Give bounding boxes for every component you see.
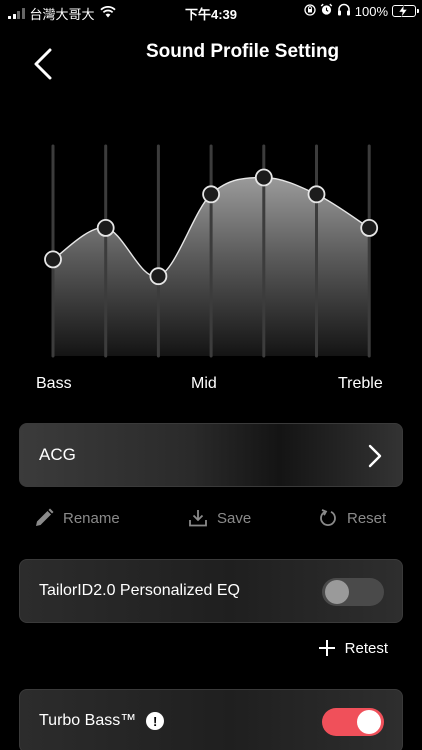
status-bar: 台灣大哥大 下午4:39 100%	[0, 0, 422, 24]
chevron-left-icon	[34, 48, 52, 80]
page-title: Sound Profile Setting	[146, 41, 340, 62]
eq-band-handle-4[interactable]	[202, 185, 221, 204]
reset-label: Reset	[347, 509, 387, 527]
chevron-right-icon	[368, 444, 382, 468]
eq-band-handle-6[interactable]	[307, 185, 326, 204]
battery-charging-icon	[392, 5, 419, 17]
turbo-bass-label: Turbo Bass™	[39, 712, 137, 729]
toggle-knob	[357, 710, 381, 734]
turbo-bass-toggle[interactable]	[322, 708, 384, 736]
download-icon	[189, 510, 207, 527]
eq-graph[interactable]	[0, 120, 422, 370]
headphones-icon	[337, 3, 351, 19]
pencil-icon	[36, 508, 54, 526]
rename-button[interactable]: Rename	[34, 504, 120, 532]
alarm-icon	[320, 3, 333, 19]
reset-icon	[320, 509, 336, 527]
rename-label: Rename	[63, 509, 120, 527]
turbo-bass-row: Turbo Bass™ !	[19, 689, 403, 750]
battery-percent: 100%	[354, 3, 388, 19]
save-button[interactable]: Save	[188, 504, 251, 532]
status-right: 100%	[304, 3, 419, 19]
eq-band-handle-1[interactable]	[44, 250, 62, 269]
rotation-lock-icon	[304, 3, 316, 19]
save-label: Save	[217, 509, 252, 527]
eq-label-mid: Mid	[191, 375, 217, 392]
personalized-eq-row: TailorID2.0 Personalized EQ	[19, 559, 403, 623]
eq-band-handle-2[interactable]	[96, 219, 115, 237]
preset-name: ACG	[39, 445, 76, 464]
info-icon[interactable]: !	[146, 712, 165, 730]
toggle-knob	[325, 580, 349, 604]
sound-profile-screen: 台灣大哥大 下午4:39 100% Sound Profile Setting …	[0, 0, 422, 750]
eq-label-bass: Bass	[36, 375, 72, 392]
eq-band-handle-5[interactable]	[254, 168, 273, 187]
personalized-eq-toggle[interactable]	[322, 578, 384, 606]
preset-selector[interactable]: ACG	[19, 423, 403, 487]
retest-button[interactable]: Retest	[318, 636, 388, 660]
eq-band-handle-3[interactable]	[149, 267, 168, 286]
personalized-eq-label: TailorID2.0 Personalized EQ	[39, 582, 240, 599]
retest-label: Retest	[344, 639, 388, 657]
eq-band-handle-7[interactable]	[360, 219, 379, 237]
reset-button[interactable]: Reset	[318, 504, 386, 532]
eq-label-treble: Treble	[338, 375, 383, 392]
plus-icon	[318, 640, 335, 656]
back-button[interactable]	[26, 44, 60, 84]
